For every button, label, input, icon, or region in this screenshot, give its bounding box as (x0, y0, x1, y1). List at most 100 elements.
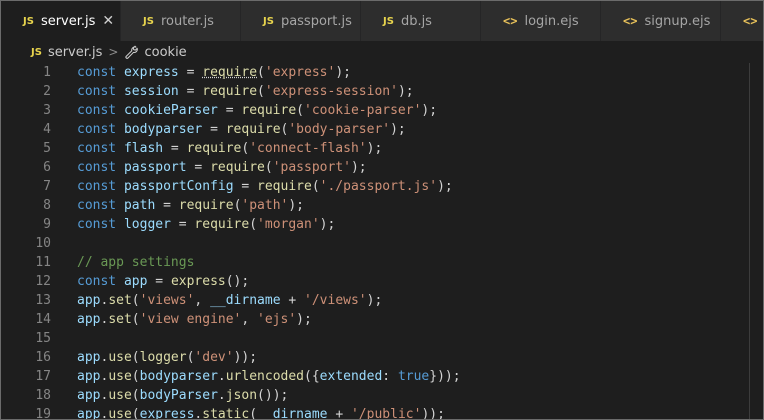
tab-overflow-ejs[interactable]: <> (721, 1, 763, 41)
function-name: require (257, 179, 312, 194)
function-name: require (194, 217, 250, 232)
code-text: const flash = require('connect-flash'); (77, 139, 382, 158)
code-line: 10 (1, 234, 763, 253)
code-line: 1 const express = require('express'); (1, 63, 763, 82)
function-name: use (108, 369, 132, 384)
tab-server-js[interactable]: JS server.js ✕ (1, 1, 121, 41)
string-literal: 'morgan' (257, 217, 320, 232)
operator: = (186, 160, 211, 175)
breadcrumb-symbol[interactable]: cookie (144, 45, 186, 60)
identifier: __dirname (257, 407, 328, 420)
tab-label: login.ejs (524, 13, 579, 29)
line-number: 12 (35, 274, 51, 289)
code-text: const passportConfig = require('./passpo… (77, 177, 453, 196)
code-text: app.use(express.static(__dirname + '/pub… (77, 405, 445, 420)
punctuation: ( (257, 84, 265, 99)
punctuation: ); (397, 84, 414, 99)
identifier: bodyparser (139, 369, 218, 384)
javascript-file-icon: JS (31, 46, 42, 58)
tab-label: passport.js (280, 13, 352, 29)
editor-window: JS server.js ✕ JS router.js JS passport.… (0, 0, 764, 420)
code-text: app.use(bodyParser.json()); (77, 386, 288, 405)
function-name: require (241, 103, 297, 118)
string-literal: 'ejs' (257, 312, 297, 327)
punctuation: (); (225, 274, 250, 289)
operator: = (178, 65, 203, 80)
punctuation: ( (131, 293, 140, 308)
string-literal: 'cookie-parser' (304, 103, 422, 118)
line-number: 16 (35, 350, 51, 365)
identifier: app (77, 293, 101, 308)
line-number: 11 (35, 255, 51, 270)
code-editor[interactable]: 1 const express = require('express'); 2 co… (1, 63, 763, 419)
operator: = (202, 122, 226, 137)
function-name: require (202, 84, 258, 99)
code-text: const logger = require('morgan'); (77, 215, 335, 234)
breadcrumb: JS server.js > cookie (1, 41, 763, 63)
line-number: 6 (43, 160, 51, 175)
identifier: express (123, 65, 179, 80)
keyword: const (77, 217, 117, 232)
code-text: app.use(bodyparser.urlencoded({extended:… (77, 367, 461, 386)
keyword: const (77, 141, 117, 156)
close-icon[interactable]: ✕ (102, 13, 114, 29)
string-literal: 'path' (241, 198, 289, 213)
code-line: 2 const session = require('express-sessio… (1, 82, 763, 101)
punctuation: ); (296, 312, 312, 327)
identifier: passport (123, 160, 187, 175)
tab-db-js[interactable]: JS db.js (361, 1, 481, 41)
identifier: flash (123, 141, 164, 156)
code-line: 18 app.use(bodyParser.json()); (1, 386, 763, 405)
line-number: 15 (35, 331, 51, 346)
tab-login-ejs[interactable]: <> login.ejs (481, 1, 601, 41)
function-name: use (108, 388, 132, 403)
punctuation: )); (233, 350, 258, 365)
ejs-file-icon: <> (743, 14, 758, 28)
code-line: 11 // app settings (1, 253, 763, 272)
identifier: cookieParser (123, 103, 218, 118)
tab-label: router.js (160, 13, 214, 29)
keyword: const (77, 122, 117, 137)
keyword: const (77, 65, 117, 80)
tab-label: db.js (400, 13, 432, 29)
operator: + (280, 293, 305, 308)
operator: = (147, 274, 171, 289)
identifier: logger (123, 217, 171, 232)
keyword: const (77, 198, 117, 213)
wrench-icon (125, 45, 139, 59)
string-literal: 'passport' (272, 160, 351, 175)
breadcrumb-file[interactable]: server.js (48, 45, 102, 60)
punctuation: , (241, 312, 258, 327)
ejs-file-icon: <> (503, 14, 518, 28)
identifier: app (77, 407, 101, 420)
identifier: app (77, 350, 101, 365)
javascript-file-icon: JS (263, 15, 274, 27)
operator: = (170, 217, 195, 232)
code-line: 19 app.use(express.static(__dirname + '/p… (1, 405, 763, 420)
ejs-file-icon: <> (623, 14, 638, 28)
punctuation: ( (311, 179, 320, 194)
tab-passport-js[interactable]: JS passport.js (241, 1, 361, 41)
function-name: require (202, 65, 258, 80)
function-name: require (186, 141, 242, 156)
function-name: express (170, 274, 226, 289)
punctuation: ); (437, 179, 453, 194)
punctuation: ( (249, 407, 258, 420)
keyword: const (77, 103, 117, 118)
line-number: 4 (43, 122, 51, 137)
tab-signup-ejs[interactable]: <> signup.ejs (601, 1, 721, 41)
line-number: 18 (35, 388, 51, 403)
code-text: const passport = require('passport'); (77, 158, 367, 177)
identifier: app (77, 312, 101, 327)
code-line: 13 app.set('views', __dirname + '/views')… (1, 291, 763, 310)
function-name: set (108, 293, 132, 308)
identifier: path (123, 198, 156, 213)
string-literal: 'body-parser' (288, 122, 391, 137)
function-name: logger (139, 350, 187, 365)
operator: + (327, 407, 351, 420)
operator: = (233, 179, 258, 194)
code-text: // app settings (77, 253, 194, 272)
vertical-ruler (749, 63, 750, 419)
property-name: extended (319, 369, 383, 384)
tab-router-js[interactable]: JS router.js (121, 1, 241, 41)
